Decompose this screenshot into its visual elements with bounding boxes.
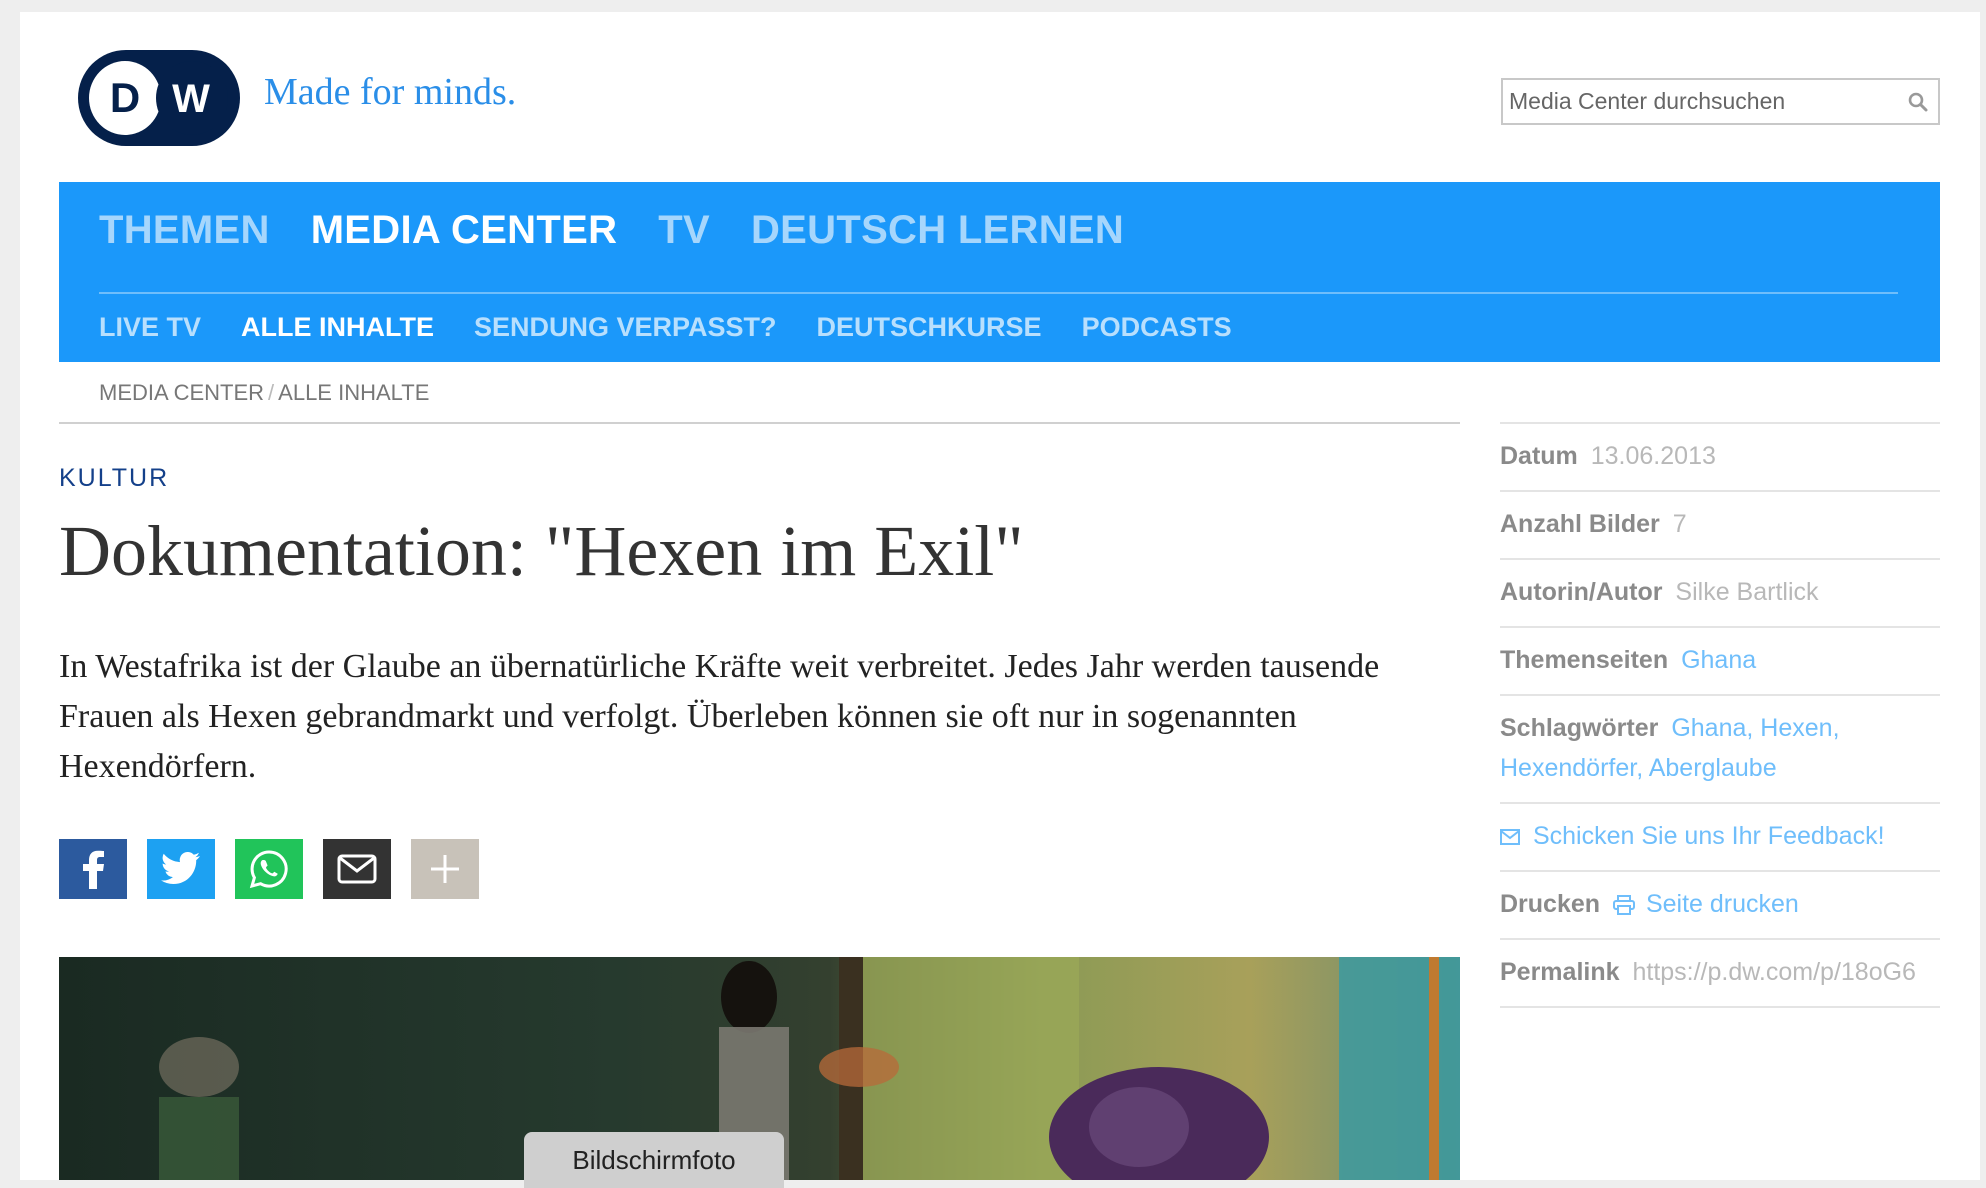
- search-input[interactable]: [1503, 80, 1898, 123]
- twitter-icon: [161, 852, 200, 885]
- meta-schlag-label: Schlagwörter: [1500, 714, 1659, 742]
- meta-bilder-label: Anzahl Bilder: [1500, 510, 1660, 538]
- mail-share-button[interactable]: [323, 839, 391, 899]
- meta-autor-label: Autorin/Autor: [1500, 578, 1663, 606]
- permalink-value[interactable]: https://p.dw.com/p/18oG6: [1632, 958, 1916, 986]
- main-navigation: THEMEN MEDIA CENTER TV DEUTSCH LERNEN LI…: [59, 182, 1940, 362]
- meta-datum-value: 13.06.2013: [1590, 442, 1716, 470]
- article-category[interactable]: KULTUR: [59, 464, 169, 493]
- twitter-share-button[interactable]: [147, 839, 215, 899]
- dw-logo-w: W: [172, 77, 210, 121]
- envelope-icon: [1500, 822, 1533, 850]
- tag-link[interactable]: Aberglaube: [1649, 754, 1777, 782]
- feedback-link[interactable]: Schicken Sie uns Ihr Feedback!: [1533, 822, 1885, 850]
- meta-feedback: Schicken Sie uns Ihr Feedback!: [1500, 802, 1940, 870]
- article-meta-sidebar: Datum 13.06.2013 Anzahl Bilder 7 Autorin…: [1500, 422, 1940, 1008]
- subnav-podcasts[interactable]: PODCASTS: [1082, 312, 1232, 343]
- breadcrumb: MEDIA CENTER / ALLE INHALTE: [99, 380, 429, 406]
- facebook-icon: [83, 850, 104, 889]
- subnav-sendung-verpasst[interactable]: SENDUNG VERPASST?: [474, 312, 777, 343]
- meta-datum: Datum 13.06.2013: [1500, 422, 1940, 490]
- meta-drucken: Drucken Seite drucken: [1500, 870, 1940, 938]
- dw-logo[interactable]: D W: [78, 50, 240, 146]
- share-bar: [59, 839, 479, 899]
- nav-media-center[interactable]: MEDIA CENTER: [311, 208, 618, 253]
- search-box[interactable]: [1501, 78, 1940, 125]
- tag-link[interactable]: Ghana: [1671, 714, 1746, 742]
- meta-themen-link-ghana[interactable]: Ghana: [1681, 646, 1756, 674]
- whatsapp-share-button[interactable]: [235, 839, 303, 899]
- nav-deutsch-lernen[interactable]: DEUTSCH LERNEN: [751, 208, 1124, 253]
- facebook-share-button[interactable]: [59, 839, 127, 899]
- meta-permalink: Permalink https://p.dw.com/p/18oG6: [1500, 938, 1940, 1008]
- article-lead: In Westafrika ist der Glaube an übernatü…: [59, 648, 1380, 785]
- meta-autor: Autorin/Autor Silke Bartlick: [1500, 558, 1940, 626]
- page: D W Made for minds. THEMEN MEDIA CENTER …: [20, 12, 1980, 1188]
- meta-drucken-label: Drucken: [1500, 890, 1601, 918]
- nav-themen[interactable]: THEMEN: [99, 208, 270, 253]
- more-share-button[interactable]: [411, 839, 479, 899]
- secondary-nav: LIVE TV ALLE INHALTE SENDUNG VERPASST? D…: [99, 312, 1232, 343]
- print-page-link[interactable]: Seite drucken: [1646, 890, 1799, 918]
- breadcrumb-separator: /: [268, 380, 275, 405]
- dw-logo-d: D: [110, 74, 140, 121]
- mail-icon: [337, 854, 377, 884]
- meta-anzahl-bilder: Anzahl Bilder 7: [1500, 490, 1940, 558]
- nav-tv[interactable]: TV: [658, 208, 710, 253]
- search-icon[interactable]: [1898, 82, 1938, 122]
- meta-autor-value: Silke Bartlick: [1675, 578, 1819, 606]
- printer-icon[interactable]: [1613, 890, 1646, 918]
- meta-permalink-label: Permalink: [1500, 958, 1620, 986]
- meta-themen-label: Themenseiten: [1500, 646, 1669, 674]
- primary-nav: THEMEN MEDIA CENTER TV DEUTSCH LERNEN: [99, 208, 1124, 253]
- subnav-live-tv[interactable]: LIVE TV: [99, 312, 201, 343]
- tag-link[interactable]: Hexen: [1760, 714, 1832, 742]
- whatsapp-icon: [249, 850, 288, 889]
- meta-schlagwoerter: Schlagwörter Ghana, Hexen, Hexendörfer, …: [1500, 694, 1940, 802]
- subnav-alle-inhalte[interactable]: ALLE INHALTE: [241, 312, 434, 343]
- meta-themenseiten: Themenseiten Ghana: [1500, 626, 1940, 694]
- breadcrumb-alle-inhalte[interactable]: ALLE INHALTE: [278, 380, 429, 405]
- plus-icon: [431, 855, 459, 883]
- breadcrumb-media-center[interactable]: MEDIA CENTER: [99, 380, 264, 405]
- tag-link[interactable]: Hexendörfer: [1500, 754, 1636, 782]
- tagline: Made for minds.: [264, 71, 517, 113]
- nav-divider: [99, 292, 1898, 294]
- breadcrumb-divider: [59, 422, 1460, 424]
- article-title: Dokumentation: "Hexen im Exil": [59, 511, 1024, 591]
- meta-datum-label: Datum: [1500, 442, 1578, 470]
- subnav-deutschkurse[interactable]: DEUTSCHKURSE: [817, 312, 1042, 343]
- meta-bilder-value: 7: [1672, 510, 1687, 538]
